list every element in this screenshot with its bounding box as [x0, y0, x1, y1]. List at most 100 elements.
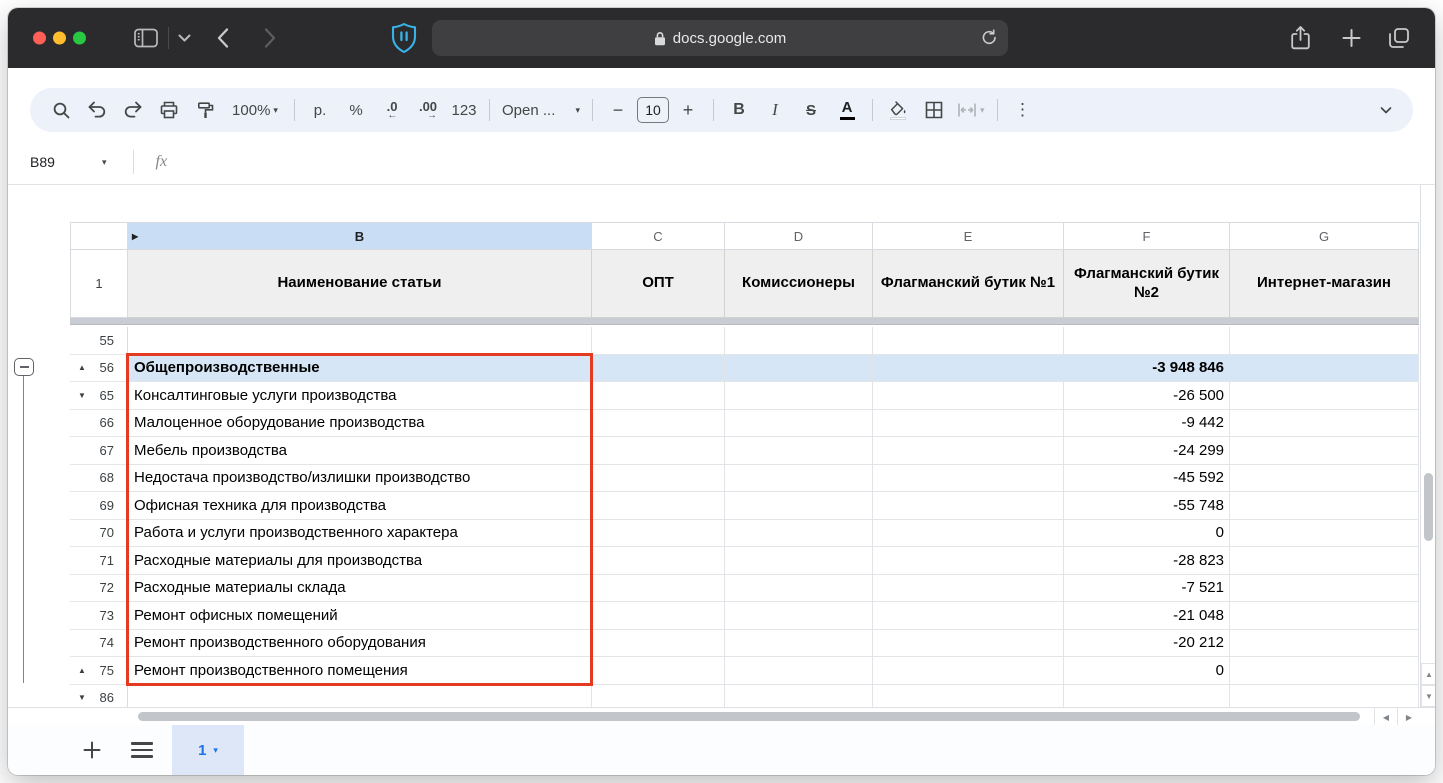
cell-G67[interactable] — [1230, 437, 1419, 465]
select-all-corner[interactable] — [70, 222, 128, 250]
cell-C72[interactable] — [592, 575, 725, 603]
cell-G65[interactable] — [1230, 382, 1419, 410]
cell-B67[interactable]: Мебель производства — [128, 437, 592, 465]
row-header-55[interactable]: 55 — [70, 327, 128, 355]
vertical-scrollbar[interactable]: ▲ ▼ — [1420, 185, 1435, 707]
minimize-button[interactable] — [53, 32, 66, 45]
bold-button[interactable]: B — [722, 93, 756, 127]
scroll-left-button[interactable]: ◀ — [1374, 708, 1397, 726]
cell-B69[interactable]: Офисная техника для производства — [128, 492, 592, 520]
name-box[interactable]: B89 — [30, 154, 102, 170]
text-color-button[interactable]: A — [830, 93, 864, 127]
back-button[interactable] — [216, 28, 229, 49]
fill-color-button[interactable] — [881, 93, 915, 127]
cell-B65[interactable]: Консалтинговые услуги производства — [128, 382, 592, 410]
cell-D66[interactable] — [725, 410, 873, 438]
row-header-72[interactable]: 72 — [70, 575, 128, 603]
cell-E75[interactable] — [873, 657, 1064, 685]
currency-format-button[interactable]: р. — [303, 93, 337, 127]
cell-G66[interactable] — [1230, 410, 1419, 438]
percent-format-button[interactable]: % — [339, 93, 373, 127]
cell-F68[interactable]: -45 592 — [1064, 465, 1230, 493]
more-formats-button[interactable]: 123 — [447, 93, 481, 127]
cell-F71[interactable]: -28 823 — [1064, 547, 1230, 575]
header-cell-D1[interactable]: Комиссионеры — [725, 250, 873, 318]
cell-E69[interactable] — [873, 492, 1064, 520]
cell-C55[interactable] — [592, 327, 725, 355]
name-box-chevron-icon[interactable]: ▾ — [102, 157, 107, 168]
row-header-66[interactable]: 66 — [70, 410, 128, 438]
header-cell-E1[interactable]: Флагманский бутик №1 — [873, 250, 1064, 318]
frozen-row-separator[interactable] — [70, 318, 1419, 325]
cell-D55[interactable] — [725, 327, 873, 355]
group-expand-down-icon[interactable]: ▼ — [78, 391, 86, 400]
tab-overview-button[interactable] — [1388, 27, 1410, 49]
header-cell-C1[interactable]: ОПТ — [592, 250, 725, 318]
paint-format-button[interactable] — [188, 93, 222, 127]
row-header-67[interactable]: 67 — [70, 437, 128, 465]
row-header-75[interactable]: ▲75 — [70, 657, 128, 685]
close-button[interactable] — [33, 32, 46, 45]
content-blocker-shield-icon[interactable] — [390, 22, 418, 54]
column-header-C[interactable]: C — [592, 222, 725, 250]
cell-B68[interactable]: Недостача производство/излишки производс… — [128, 465, 592, 493]
share-button[interactable] — [1290, 26, 1311, 51]
cell-E70[interactable] — [873, 520, 1064, 548]
cell-E73[interactable] — [873, 602, 1064, 630]
cell-E67[interactable] — [873, 437, 1064, 465]
cell-F55[interactable] — [1064, 327, 1230, 355]
italic-button[interactable]: I — [758, 93, 792, 127]
cell-F75[interactable]: 0 — [1064, 657, 1230, 685]
forward-button[interactable] — [264, 28, 277, 49]
cell-D71[interactable] — [725, 547, 873, 575]
strikethrough-button[interactable]: S — [794, 93, 828, 127]
column-header-D[interactable]: D — [725, 222, 873, 250]
cell-D75[interactable] — [725, 657, 873, 685]
scroll-right-button[interactable]: ▶ — [1397, 708, 1420, 726]
row-header-68[interactable]: 68 — [70, 465, 128, 493]
cell-D74[interactable] — [725, 630, 873, 658]
column-header-B[interactable]: ▶B — [128, 222, 592, 250]
row-header-65[interactable]: ▼65 — [70, 382, 128, 410]
cell-F56[interactable]: -3 948 846 — [1064, 355, 1230, 383]
redo-button[interactable] — [116, 93, 150, 127]
hidden-column-marker-icon[interactable]: ▶ — [132, 232, 138, 241]
header-cell-F1[interactable]: Флагманский бутик №2 — [1064, 250, 1230, 318]
row-header-70[interactable]: 70 — [70, 520, 128, 548]
cell-F74[interactable]: -20 212 — [1064, 630, 1230, 658]
hide-menus-button[interactable] — [1369, 93, 1403, 127]
merge-cells-button[interactable]: ▾ — [953, 93, 989, 127]
sheet-tab-1[interactable]: 1 ▾ — [172, 725, 244, 775]
add-sheet-button[interactable] — [70, 725, 114, 775]
group-collapse-up-icon[interactable]: ▲ — [78, 363, 86, 372]
scroll-up-button[interactable]: ▲ — [1421, 663, 1435, 685]
address-bar[interactable]: docs.google.com — [432, 20, 1008, 56]
print-button[interactable] — [152, 93, 186, 127]
cell-C56[interactable] — [592, 355, 725, 383]
cell-G74[interactable] — [1230, 630, 1419, 658]
cell-G55[interactable] — [1230, 327, 1419, 355]
row-header-69[interactable]: 69 — [70, 492, 128, 520]
cell-G56[interactable] — [1230, 355, 1419, 383]
decrease-decimal-button[interactable]: .0← — [375, 93, 409, 127]
vertical-scrollbar-thumb[interactable] — [1424, 473, 1433, 541]
cell-G75[interactable] — [1230, 657, 1419, 685]
column-header-F[interactable]: F — [1064, 222, 1230, 250]
cell-F70[interactable]: 0 — [1064, 520, 1230, 548]
increase-font-size-button[interactable]: + — [671, 93, 705, 127]
cell-F67[interactable]: -24 299 — [1064, 437, 1230, 465]
cell-C70[interactable] — [592, 520, 725, 548]
row-header-73[interactable]: 73 — [70, 602, 128, 630]
cell-G71[interactable] — [1230, 547, 1419, 575]
cell-G68[interactable] — [1230, 465, 1419, 493]
cell-G70[interactable] — [1230, 520, 1419, 548]
cell-E56[interactable] — [873, 355, 1064, 383]
cell-C75[interactable] — [592, 657, 725, 685]
scroll-down-button[interactable]: ▼ — [1421, 685, 1435, 707]
cell-C66[interactable] — [592, 410, 725, 438]
fullscreen-button[interactable] — [73, 32, 86, 45]
cell-G69[interactable] — [1230, 492, 1419, 520]
new-tab-button[interactable] — [1342, 29, 1361, 48]
cell-C67[interactable] — [592, 437, 725, 465]
horizontal-scrollbar-thumb[interactable] — [138, 712, 1360, 721]
